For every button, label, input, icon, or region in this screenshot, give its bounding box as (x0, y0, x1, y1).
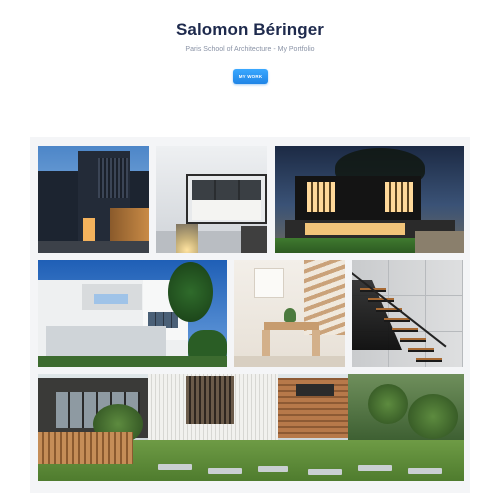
photo-white-facade-window[interactable] (156, 146, 267, 253)
photo-night-modern-house[interactable] (275, 146, 464, 253)
photo-interior-dining[interactable] (234, 260, 345, 367)
photo-garden-facade[interactable] (38, 374, 464, 481)
my-work-button[interactable]: MY WORK (233, 69, 268, 84)
photo-floating-staircase[interactable] (352, 260, 463, 367)
photo-white-villa[interactable] (38, 260, 227, 367)
photo-dark-slatted-facade[interactable] (38, 146, 149, 253)
page-title: Salomon Béringer (175, 20, 325, 39)
page-subtitle: Paris School of Architecture - My Portfo… (185, 46, 315, 53)
